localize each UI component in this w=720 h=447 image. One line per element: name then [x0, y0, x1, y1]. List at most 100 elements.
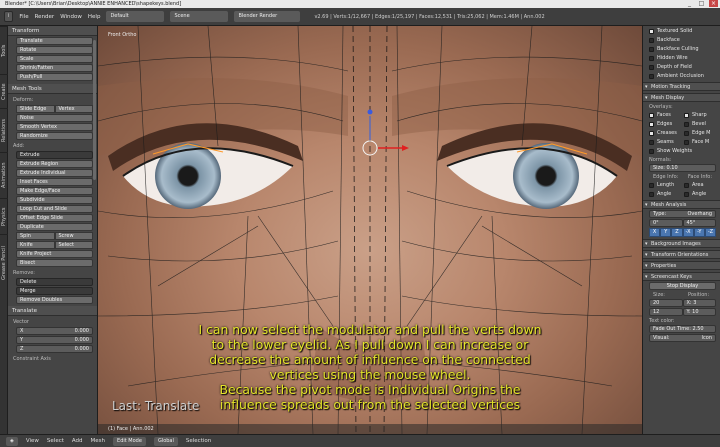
- randomize-button[interactable]: Randomize: [16, 132, 93, 140]
- delete-dropdown[interactable]: Delete: [16, 278, 93, 286]
- sharp-check[interactable]: Sharp: [684, 111, 717, 119]
- shrink-fatten-button[interactable]: Shrink/Fatten: [16, 64, 93, 72]
- menu-help[interactable]: Help: [88, 14, 101, 20]
- axis-z-button[interactable]: Z: [671, 228, 683, 237]
- editor-type-icon[interactable]: ◈: [6, 436, 18, 446]
- edge-angle-check[interactable]: Angle: [649, 190, 682, 198]
- scene-select[interactable]: Scene: [170, 11, 229, 22]
- knife-project-button[interactable]: Knife Project: [16, 250, 93, 258]
- size-field-2[interactable]: 12: [649, 308, 683, 316]
- face-marks-check[interactable]: Face M: [684, 138, 717, 146]
- ambient-occlusion-check[interactable]: Ambient Occlusion: [649, 72, 720, 80]
- extrude-region-button[interactable]: Extrude Region: [16, 160, 93, 168]
- faces-check[interactable]: Faces: [649, 111, 682, 119]
- transform-orientations-panel[interactable]: Transform Orientations: [643, 250, 720, 260]
- inset-faces-button[interactable]: Inset Faces: [16, 178, 93, 186]
- axis-neg-x-button[interactable]: -X: [682, 228, 694, 237]
- axis-y-button[interactable]: Y: [660, 228, 672, 237]
- axis-x-button[interactable]: X: [649, 228, 661, 237]
- offset-edge-slide-button[interactable]: Offset Edge Slide: [16, 214, 93, 222]
- seams-check[interactable]: Seams: [649, 138, 682, 146]
- tool-shelf-scrollbar[interactable]: [93, 40, 96, 180]
- tab-relations[interactable]: Relations: [0, 108, 8, 152]
- bisect-button[interactable]: Bisect: [16, 259, 93, 267]
- menu-select[interactable]: Select: [47, 438, 64, 444]
- normals-size-field[interactable]: Size: 0.10: [649, 164, 716, 172]
- textured-solid-check[interactable]: Textured Solid: [649, 27, 720, 35]
- 3d-viewport[interactable]: Front Ortho I can now select the modulat…: [98, 26, 642, 434]
- mesh-display-panel[interactable]: Mesh Display: [643, 93, 720, 103]
- close-button[interactable]: ×: [709, 0, 718, 7]
- backface-culling-check[interactable]: Backface Culling: [649, 45, 720, 53]
- screencast-keys-panel[interactable]: Screencast Keys: [643, 272, 720, 282]
- analysis-max-field[interactable]: 45°: [682, 219, 716, 227]
- mesh-tools-panel-header[interactable]: Mesh Tools: [8, 84, 97, 94]
- analysis-min-field[interactable]: 0°: [649, 219, 683, 227]
- position-x-field[interactable]: X: 3: [682, 299, 716, 307]
- spin-button[interactable]: Spin: [16, 232, 55, 240]
- knife-select-button[interactable]: Select: [54, 241, 93, 249]
- extrude-individual-button[interactable]: Extrude Individual: [16, 169, 93, 177]
- face-angle-check[interactable]: Angle: [684, 190, 717, 198]
- editor-type-button[interactable]: i: [4, 11, 14, 22]
- menu-mesh[interactable]: Mesh: [91, 438, 105, 444]
- extrude-dropdown[interactable]: Extrude: [16, 151, 93, 159]
- axis-neg-y-button[interactable]: -Y: [693, 228, 705, 237]
- loop-cut-slide-button[interactable]: Loop Cut and Slide: [16, 205, 93, 213]
- vector-x-field[interactable]: X 0.000: [16, 327, 93, 335]
- axis-neg-z-button[interactable]: -Z: [704, 228, 717, 237]
- edge-length-check[interactable]: Length: [649, 181, 682, 189]
- rotate-button[interactable]: Rotate: [16, 46, 93, 54]
- orientation-select[interactable]: Global: [153, 436, 178, 446]
- minimize-button[interactable]: _: [685, 0, 694, 7]
- screen-layout-select[interactable]: Default: [106, 11, 165, 22]
- duplicate-button[interactable]: Duplicate: [16, 223, 93, 231]
- remove-doubles-button[interactable]: Remove Doubles: [16, 296, 93, 304]
- mode-select[interactable]: Edit Mode: [113, 436, 146, 446]
- noise-button[interactable]: Noise: [16, 114, 93, 122]
- face-area-check[interactable]: Area: [684, 181, 717, 189]
- tab-animation[interactable]: Animation: [0, 152, 8, 198]
- maximize-button[interactable]: □: [697, 0, 706, 7]
- menu-window[interactable]: Window: [60, 14, 82, 20]
- render-engine-select[interactable]: Blender Render: [234, 11, 301, 22]
- motion-tracking-panel[interactable]: Motion Tracking: [643, 82, 720, 92]
- size-field[interactable]: 20: [649, 299, 683, 307]
- vertex-slide-button[interactable]: Vertex: [54, 105, 93, 113]
- position-y-field[interactable]: Y: 10: [682, 308, 716, 316]
- merge-dropdown[interactable]: Merge: [16, 287, 93, 295]
- depth-of-field-check[interactable]: Depth of Field: [649, 63, 720, 71]
- vector-y-field[interactable]: Y 0.000: [16, 336, 93, 344]
- translate-button[interactable]: Translate: [16, 37, 93, 45]
- stop-display-button[interactable]: Stop Display: [649, 282, 716, 290]
- scale-button[interactable]: Scale: [16, 55, 93, 63]
- make-edge-face-button[interactable]: Make Edge/Face: [16, 187, 93, 195]
- show-weights-check[interactable]: Show Weights: [649, 147, 720, 155]
- menu-add[interactable]: Add: [72, 438, 83, 444]
- tab-physics[interactable]: Physics: [0, 198, 8, 234]
- screw-button[interactable]: Screw: [54, 232, 93, 240]
- tab-create[interactable]: Create: [0, 74, 8, 108]
- backface-check[interactable]: Backface: [649, 36, 720, 44]
- hidden-wire-check[interactable]: Hidden Wire: [649, 54, 720, 62]
- edge-marks-check[interactable]: Edge M: [684, 129, 717, 137]
- properties-panel[interactable]: Properties: [643, 261, 720, 271]
- analysis-type-select[interactable]: Type: Overhang: [649, 210, 716, 218]
- menu-render[interactable]: Render: [35, 14, 55, 20]
- visual-select[interactable]: Visual: Icon: [649, 334, 716, 342]
- knife-button[interactable]: Knife: [16, 241, 55, 249]
- smooth-vertex-button[interactable]: Smooth Vertex: [16, 123, 93, 131]
- bevel-check[interactable]: Bevel: [684, 120, 717, 128]
- transform-panel-header[interactable]: Transform: [8, 26, 97, 36]
- background-images-panel[interactable]: Background Images: [643, 239, 720, 249]
- subdivide-button[interactable]: Subdivide: [16, 196, 93, 204]
- translate-operator-header[interactable]: Translate: [8, 306, 97, 316]
- edges-check[interactable]: Edges: [649, 120, 682, 128]
- fade-out-time-field[interactable]: Fade Out Time: 2.50: [649, 325, 716, 333]
- menu-view[interactable]: View: [26, 438, 39, 444]
- menu-file[interactable]: File: [19, 14, 28, 20]
- slide-edge-button[interactable]: Slide Edge: [16, 105, 55, 113]
- creases-check[interactable]: Creases: [649, 129, 682, 137]
- mesh-analysis-panel[interactable]: Mesh Analysis: [643, 200, 720, 210]
- tab-tools[interactable]: Tools: [0, 26, 8, 74]
